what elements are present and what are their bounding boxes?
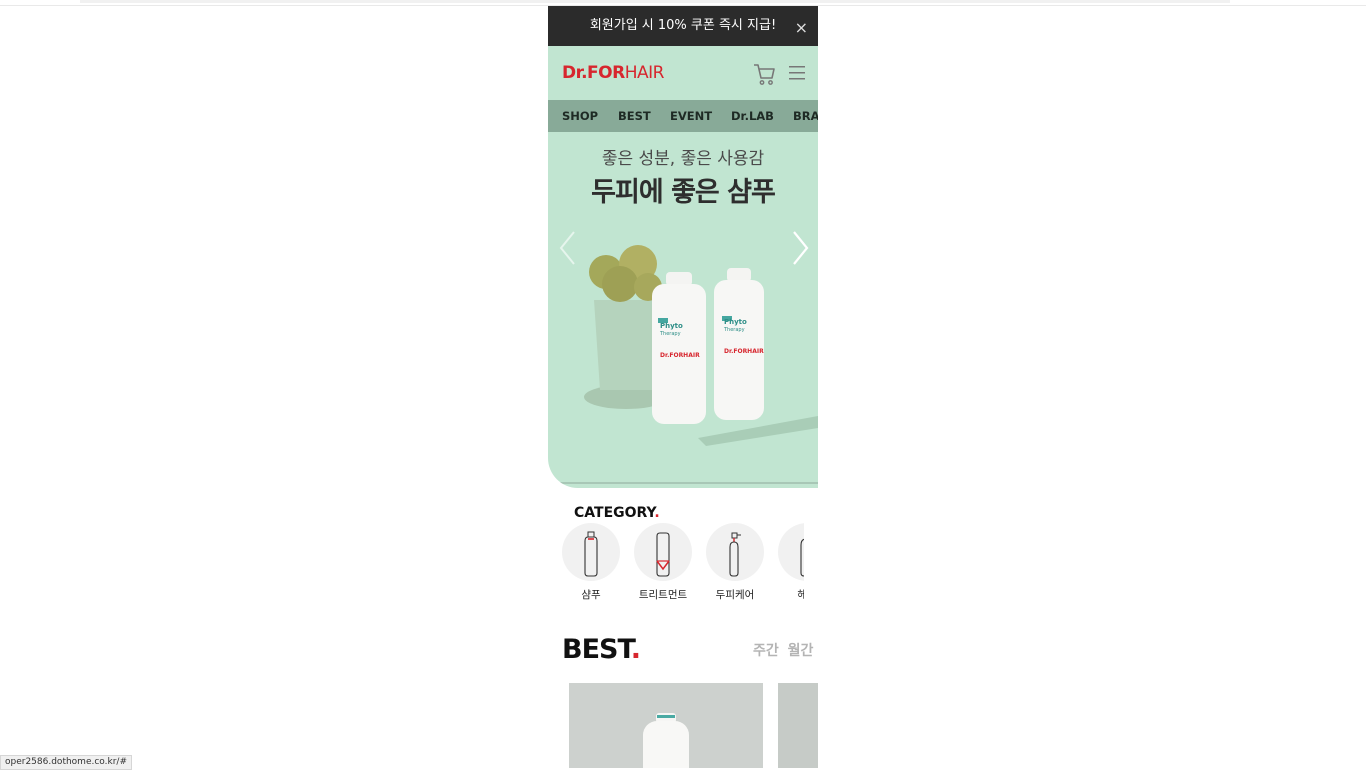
- main-nav: SHOP BEST EVENT Dr.LAB BRAN: [548, 100, 818, 132]
- category-title-dot: .: [654, 505, 660, 521]
- hamburger-menu-icon[interactable]: [789, 65, 805, 81]
- hero-banner-slider[interactable]: Phyto Therapy Dr.FORHAIR Phyto Therapy D…: [548, 132, 818, 488]
- bottle-brand-name: Dr.FORHAIR: [724, 348, 764, 355]
- category-item-scalp-care[interactable]: 두피케어: [705, 523, 765, 602]
- category-label: 샴푸: [581, 589, 601, 601]
- logo-bold-part: Dr.FOR: [562, 63, 625, 83]
- category-item-treatment[interactable]: 트리트먼트: [633, 523, 693, 602]
- nav-item-best[interactable]: BEST: [618, 100, 651, 132]
- promo-text: 회원가입 시 10% 쿠폰 즉시 지급!: [589, 18, 777, 33]
- hair-care-bottle-icon: [800, 538, 804, 577]
- category-item-hair[interactable]: 헤어: [777, 523, 804, 602]
- nav-item-shop[interactable]: SHOP: [562, 100, 598, 132]
- best-title: BEST.: [562, 634, 641, 665]
- bottle-line-name: Phyto: [660, 322, 683, 330]
- category-list: 샴푸 트리트먼트 두피케어 헤: [548, 523, 804, 613]
- best-title-text: BEST: [562, 634, 632, 665]
- chevron-right-icon[interactable]: [790, 229, 812, 267]
- category-label: 트리트먼트: [638, 589, 688, 601]
- bottle-line-name: Phyto: [724, 318, 747, 326]
- product-image: [643, 713, 689, 768]
- nav-item-event[interactable]: EVENT: [670, 100, 712, 132]
- promo-close-button[interactable]: ×: [795, 6, 808, 50]
- treatment-tube-icon: [656, 532, 670, 577]
- nav-item-drlab[interactable]: Dr.LAB: [731, 100, 774, 132]
- brand-logo[interactable]: Dr.FORHAIR: [562, 63, 664, 83]
- category-icon-circle: [562, 523, 620, 581]
- category-icon-circle: [634, 523, 692, 581]
- category-title: CATEGORY.: [574, 505, 660, 521]
- cart-icon[interactable]: [753, 62, 775, 86]
- best-title-dot: .: [630, 634, 641, 665]
- bottle-brand-name: Dr.FORHAIR: [660, 352, 700, 359]
- spray-bottle-icon: [729, 532, 741, 577]
- banner-title: 두피에 좋은 샴푸: [591, 177, 776, 208]
- bottle-label-1: Phyto Therapy Dr.FORHAIR: [660, 322, 700, 360]
- category-title-text: CATEGORY: [574, 505, 655, 521]
- category-icon-circle: [778, 523, 804, 581]
- banner-subtitle: 좋은 성분, 좋은 사용감: [601, 149, 765, 169]
- bottle-sub-name: Therapy: [660, 331, 681, 337]
- bottle-sub-name: Therapy: [724, 327, 745, 333]
- category-item-shampoo[interactable]: 샴푸: [561, 523, 621, 602]
- logo-regular-part: HAIR: [624, 63, 665, 83]
- best-product-card[interactable]: [569, 683, 763, 768]
- shampoo-bottle-icon: [584, 531, 598, 577]
- site-header: Dr.FORHAIR: [548, 46, 818, 100]
- bottle-label-2: Phyto Therapy Dr.FORHAIR: [724, 318, 764, 356]
- tab-weekly[interactable]: 주간: [753, 643, 779, 659]
- category-label: 헤어: [797, 589, 804, 601]
- promo-banner: 회원가입 시 10% 쿠폰 즉시 지급! ×: [548, 6, 818, 46]
- best-product-card-next[interactable]: [778, 683, 818, 768]
- tab-monthly[interactable]: 월간: [788, 643, 814, 659]
- best-period-tabs: 주간 월간: [749, 640, 813, 660]
- browser-top-bar: [80, 0, 1230, 3]
- chevron-left-icon[interactable]: [556, 229, 578, 267]
- category-icon-circle: [706, 523, 764, 581]
- nav-item-brand[interactable]: BRAN: [793, 100, 818, 132]
- category-label: 두피케어: [715, 589, 755, 601]
- mobile-viewport: 회원가입 시 10% 쿠폰 즉시 지급! × Dr.FORHAIR SHOP B…: [548, 6, 818, 768]
- slider-progress-bar: [552, 482, 818, 484]
